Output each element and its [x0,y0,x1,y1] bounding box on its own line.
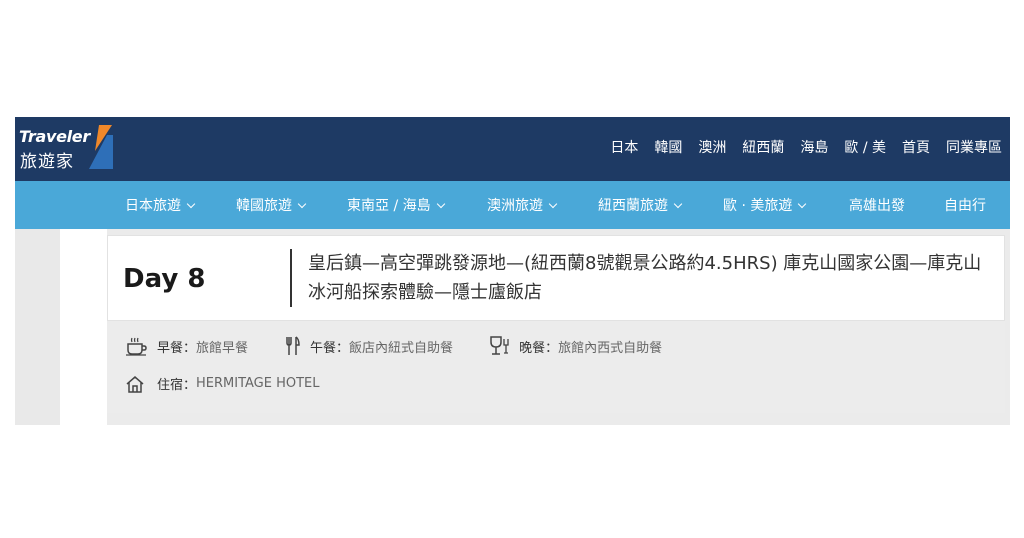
meal-value: 旅館早餐 [196,340,249,356]
meal-label: 早餐： [157,340,197,356]
meal-value: 旅館內西式自助餐 [558,340,663,356]
hotel-name: HERMITAGE HOTEL [196,376,320,391]
itinerary-day-header: Day 8 皇后鎮—高空彈跳發源地—(紐西蘭8號觀景公路約4.5HRS) 庫克山… [107,235,1005,321]
nav-label: 日本旅遊 [125,198,181,214]
day-route: 皇后鎮—高空彈跳發源地—(紐西蘭8號觀景公路約4.5HRS) 庫克山國家公園—庫… [308,253,982,303]
top-nav-new-zealand[interactable]: 紐西蘭 [742,137,784,157]
itinerary-day-card: Day 8 皇后鎮—高空彈跳發源地—(紐西蘭8號觀景公路約4.5HRS) 庫克山… [107,235,1005,413]
nav-new-zealand-tours[interactable]: 紐西蘭旅遊 [598,195,683,215]
top-nav-australia[interactable]: 澳洲 [698,137,726,157]
top-nav-islands[interactable]: 海島 [800,137,828,157]
meal-dinner: 晚餐： 旅館內西式自助餐 [489,336,662,356]
nav-korea-tours[interactable]: 韓國旅遊 [236,195,307,215]
nav-europe-america-tours[interactable]: 歐 · 美旅遊 [723,195,807,215]
day-number: Day 8 [123,264,206,294]
nav-label: 東南亞 / 海島 [347,198,431,214]
brand-name-en: Traveler [19,127,90,146]
chevron-down-icon [673,199,683,209]
chevron-down-icon [186,199,196,209]
top-nav-home[interactable]: 首頁 [902,137,930,157]
stay-label: 住宿： [157,378,197,393]
chevron-down-icon [436,199,445,209]
home-icon [126,375,144,393]
meal-value: 飯店內紐式自助餐 [349,340,454,356]
nav-sea-islands-tours[interactable]: 東南亞 / 海島 [347,195,445,215]
nav-label: 澳洲旅遊 [487,198,543,214]
wine-glass-icon [490,336,509,355]
header-divider [290,249,292,307]
category-nav: 日本旅遊 韓國旅遊 東南亞 / 海島 澳洲旅遊 紐西蘭旅遊 歐 · 美旅遊 高雄… [15,181,1010,229]
top-nav: 日本 韓國 澳洲 紐西蘭 海島 歐 / 美 首頁 同業專區 [594,137,1002,157]
chevron-down-icon [548,199,558,209]
accommodation-row: 住宿： HERMITAGE HOTEL [125,374,320,393]
nav-label: 高雄出發 [849,198,905,214]
meal-label: 午餐： [310,340,350,356]
category-nav-bar: 日本旅遊 韓國旅遊 東南亞 / 海島 澳洲旅遊 紐西蘭旅遊 歐 · 美旅遊 高雄… [15,181,1010,229]
nav-free-travel[interactable]: 自由行 [944,195,986,215]
top-nav-korea[interactable]: 韓國 [654,137,682,157]
meals-row: 早餐： 旅館早餐 午餐： 飯店內紐式自助餐 晚餐： 旅館內西式自助餐 [125,336,698,356]
left-sidebar-strip [15,229,60,425]
chevron-down-icon [297,199,307,209]
nav-japan-tours[interactable]: 日本旅遊 [125,195,196,215]
nav-label: 歐 · 美旅遊 [723,198,793,214]
meal-lunch: 午餐： 飯店內紐式自助餐 [284,336,453,356]
nav-label: 韓國旅遊 [236,198,292,214]
nav-label: 紐西蘭旅遊 [598,198,668,214]
meal-breakfast: 早餐： 旅館早餐 [125,336,248,356]
nav-australia-tours[interactable]: 澳洲旅遊 [487,195,558,215]
content-gutter [60,229,107,425]
chevron-down-icon [798,199,807,209]
nav-kaohsiung-departure[interactable]: 高雄出發 [849,195,905,215]
top-nav-europe-america[interactable]: 歐 / 美 [844,137,886,157]
top-nav-agents[interactable]: 同業專區 [946,137,1002,157]
meal-label: 晚餐： [519,340,559,356]
brand-logo[interactable]: Traveler 旅遊家 [19,125,119,175]
page-frame: Traveler 旅遊家 日本 韓國 澳洲 紐西蘭 海島 歐 / 美 首頁 同業… [15,117,1010,425]
logo-mark-icon [89,125,113,169]
nav-label: 自由行 [944,198,986,214]
coffee-cup-icon [126,337,147,356]
top-nav-japan[interactable]: 日本 [610,137,638,157]
brand-name-zh: 旅遊家 [20,152,74,172]
fork-knife-icon [286,336,300,355]
top-header: Traveler 旅遊家 日本 韓國 澳洲 紐西蘭 海島 歐 / 美 首頁 同業… [15,117,1010,181]
